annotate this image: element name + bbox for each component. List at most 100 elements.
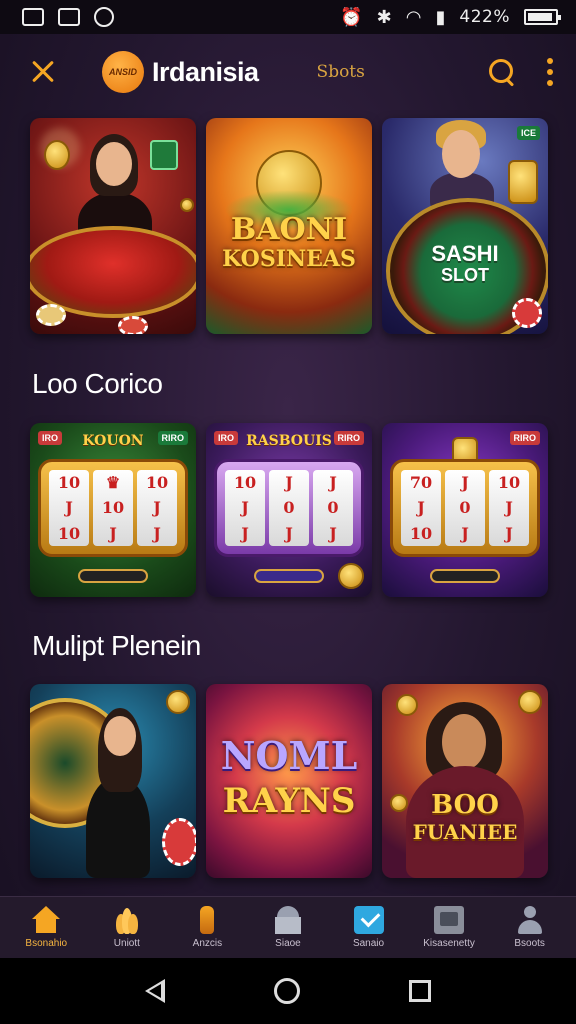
bottle-icon xyxy=(192,906,222,934)
home-button-icon[interactable] xyxy=(273,978,300,1004)
game-card-boo-fuaniee[interactable]: BOO FUANIEE xyxy=(382,684,548,878)
slot-reels: 10 J J J0J J0J xyxy=(214,459,364,557)
slot-reels: 70 J 10 J0J 10 J J xyxy=(390,459,540,557)
recents-icon[interactable] xyxy=(409,980,432,1002)
slot-card-rasbouis[interactable]: IRO RIRO RASBOUIS 10 J J J0J J0J xyxy=(206,423,372,597)
battery-fill xyxy=(528,13,552,21)
game-card-baoni[interactable]: BAONI KOSINEAS xyxy=(206,118,372,334)
dealer-head xyxy=(104,716,136,756)
coin-icon xyxy=(180,198,194,212)
player-head xyxy=(442,130,480,178)
game-card-noml-rayns[interactable]: NOML RAYNS xyxy=(206,684,372,878)
reel: J0J xyxy=(445,470,485,546)
card-title-line2: RAYNS xyxy=(222,781,356,821)
user-icon xyxy=(515,906,545,934)
coin-icon xyxy=(396,694,418,716)
back-icon[interactable] xyxy=(144,979,165,1003)
section-title: Mulipt Plenein xyxy=(32,630,201,661)
spin-bar xyxy=(430,569,500,583)
coin-icon xyxy=(518,690,542,714)
nav-item-check[interactable]: Sanaio xyxy=(332,906,406,949)
card-title-line1: BAONI xyxy=(230,212,348,247)
chip-icon xyxy=(512,298,542,328)
slot-card-kouon[interactable]: IRO RIRO KOUON 10 J 10 ♛ 10 J 10 J J xyxy=(30,423,196,597)
green-card-icon xyxy=(150,140,178,170)
nav-item-home[interactable]: Bsonahio xyxy=(9,906,83,949)
alarm-icon: ⏰ xyxy=(340,7,363,27)
coin-icon xyxy=(166,690,190,714)
nav-item-lotus[interactable]: Uniott xyxy=(90,906,164,949)
window-notification-icon xyxy=(58,8,80,26)
coin-icon xyxy=(338,563,364,589)
multiplayer-games-row: NOML RAYNS BOO FUANIEE xyxy=(30,684,548,878)
nav-label: Siaoe xyxy=(275,938,301,949)
check-icon xyxy=(353,906,384,934)
reel: 10 J J xyxy=(489,470,529,546)
battery-icon xyxy=(524,9,561,25)
card-title-line1: BOO xyxy=(431,790,499,820)
nav-label: Bsonahio xyxy=(25,938,68,949)
nav-item-bottle[interactable]: Anzcis xyxy=(170,906,244,949)
app-logo: ANSID xyxy=(102,51,144,93)
card-title-line2: FUANIEE xyxy=(412,820,518,844)
settings-notification-icon xyxy=(94,7,114,27)
nav-label: Kisasenetty xyxy=(423,938,475,949)
card-title-line2: KOSINEAS xyxy=(222,246,356,272)
game-card-sashi-slot[interactable]: ICE SASHI SLOT xyxy=(382,118,548,334)
featured-games-row: BAONI KOSINEAS ICE SASHI SLOT xyxy=(30,118,548,334)
reel: J0J xyxy=(313,470,353,546)
close-icon[interactable] xyxy=(28,57,58,87)
coin-icon xyxy=(44,140,70,170)
reel: 10 J J xyxy=(137,470,177,546)
dealer-head xyxy=(96,142,132,186)
status-left xyxy=(22,7,114,27)
reel: ♛ 10 J xyxy=(93,470,133,546)
more-options-icon[interactable] xyxy=(546,58,554,86)
bluetooth-icon: ✱ xyxy=(376,7,392,27)
card-title-line1: SASHI xyxy=(431,241,499,266)
slot-card-third[interactable]: RIRO 70 J 10 J0J 10 J J xyxy=(382,423,548,597)
battery-percentage: 422% xyxy=(459,7,510,27)
home-icon xyxy=(31,906,61,934)
reel: J0J xyxy=(269,470,309,546)
chip-icon xyxy=(118,316,148,334)
app-notification-icon xyxy=(22,8,44,26)
status-right: ⏰ ✱ ◠ ▮ 422% xyxy=(340,7,561,27)
bottom-navigation: Bsonahio Uniott Anzcis Siaoe Sanaio Kisa… xyxy=(0,896,576,958)
nav-item-profile[interactable]: Bsoots xyxy=(493,906,567,949)
nav-label: Anzcis xyxy=(192,938,223,949)
system-navigation-bar xyxy=(0,958,576,1024)
card-title-line2: SLOT xyxy=(441,265,489,285)
nav-item-temple[interactable]: Siaoe xyxy=(251,906,325,949)
spin-bar xyxy=(254,569,324,583)
chip-icon xyxy=(36,304,66,326)
card-badge-right: RIRO xyxy=(509,431,540,445)
header-actions xyxy=(488,58,554,86)
slot-title: KOUON xyxy=(82,433,144,449)
reel: 10 J J xyxy=(225,470,265,546)
nav-label: Uniott xyxy=(113,938,140,949)
app-header: ANSID Irdanisia Sbots xyxy=(0,34,576,110)
slot-games-row: IRO RIRO KOUON 10 J 10 ♛ 10 J 10 J J IRO RIRO … xyxy=(30,423,548,597)
nav-label: Bsoots xyxy=(514,938,545,949)
card-title-line1: NOML xyxy=(220,733,358,778)
slots-link[interactable]: Sbots xyxy=(317,62,365,82)
coin-stack-icon xyxy=(508,160,538,204)
lotus-icon xyxy=(112,906,142,934)
chip-icon xyxy=(162,818,196,866)
nav-item-folder[interactable]: Kisasenetty xyxy=(412,906,486,949)
wifi-icon: ◠ xyxy=(405,7,422,27)
spin-bar xyxy=(78,569,148,583)
player-head xyxy=(442,714,486,770)
reel: 10 J 10 xyxy=(49,470,89,546)
nav-label: Sanaio xyxy=(352,938,385,949)
search-icon[interactable] xyxy=(488,58,516,86)
folder-icon xyxy=(434,906,465,934)
game-card-dealer-roulette[interactable] xyxy=(30,684,196,878)
slot-reels: 10 J 10 ♛ 10 J 10 J J xyxy=(38,459,188,557)
reel: 70 J 10 xyxy=(401,470,441,546)
status-bar: ⏰ ✱ ◠ ▮ 422% xyxy=(0,0,576,34)
slot-title: RASBOUIS xyxy=(246,433,332,449)
game-card-dealer[interactable] xyxy=(30,118,196,334)
signal-icon: ▮ xyxy=(435,7,446,27)
